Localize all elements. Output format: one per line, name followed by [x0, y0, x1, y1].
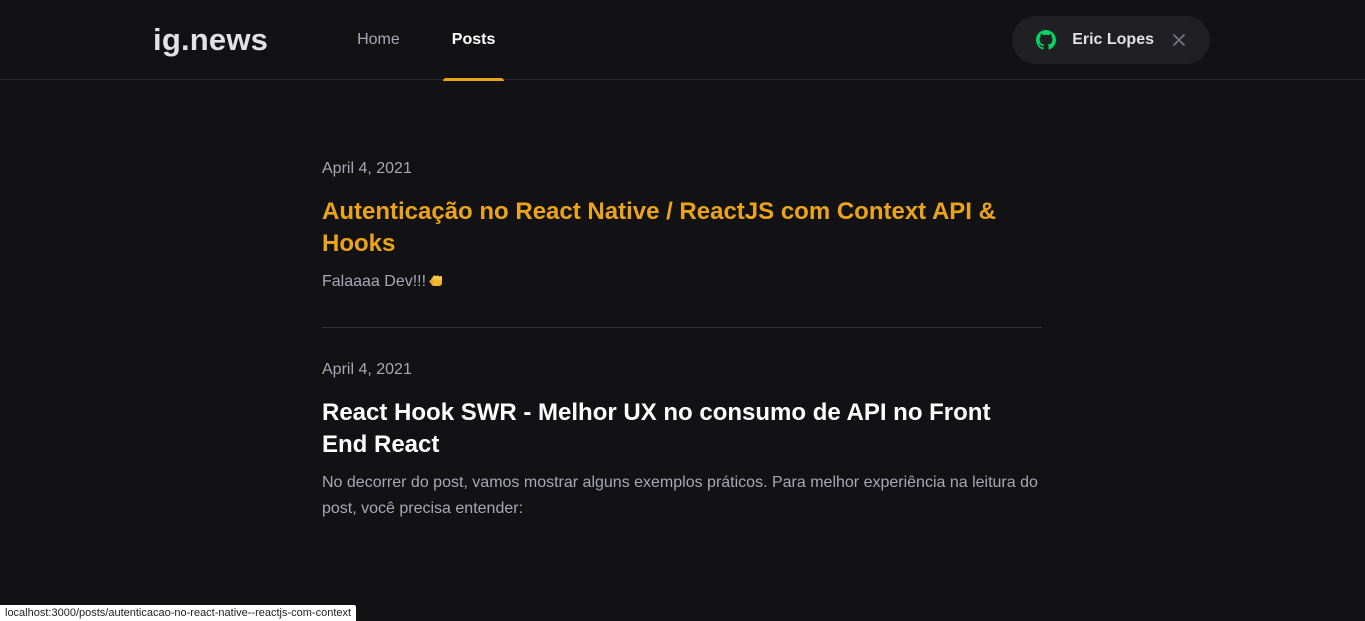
header-content: ig.news Home Posts Eric Lopes: [153, 0, 1210, 81]
oncoming-fist-emoji: [429, 271, 445, 286]
browser-status-url: localhost:3000/posts/autenticacao-no-rea…: [0, 605, 357, 621]
post-excerpt: Falaaaa Dev!!!: [322, 269, 1042, 295]
github-icon: [1036, 30, 1057, 50]
main-nav: Home Posts: [348, 0, 538, 81]
post-date: April 4, 2021: [322, 160, 412, 177]
close-icon[interactable]: [1172, 33, 1186, 47]
nav-link-home[interactable]: Home: [348, 0, 409, 80]
post-date: April 4, 2021: [322, 361, 412, 378]
post-item[interactable]: April 4, 2021 React Hook SWR - Melhor UX…: [322, 360, 1042, 554]
signin-button[interactable]: Eric Lopes: [1012, 16, 1210, 64]
site-logo[interactable]: ig.news: [153, 22, 268, 58]
posts-list: April 4, 2021 Autenticação no React Nati…: [322, 80, 1042, 554]
post-title[interactable]: React Hook SWR - Melhor UX no consumo de…: [322, 397, 1042, 461]
post-item[interactable]: April 4, 2021 Autenticação no React Nati…: [322, 159, 1042, 328]
post-title[interactable]: Autenticação no React Native / ReactJS c…: [322, 196, 1042, 260]
nav-link-posts[interactable]: Posts: [442, 0, 505, 81]
site-header: ig.news Home Posts Eric Lopes: [0, 0, 1365, 81]
post-excerpt: No decorrer do post, vamos mostrar algun…: [322, 474, 1038, 517]
user-name: Eric Lopes: [1072, 31, 1154, 48]
post-excerpt-text: Falaaaa Dev!!!: [322, 273, 427, 290]
